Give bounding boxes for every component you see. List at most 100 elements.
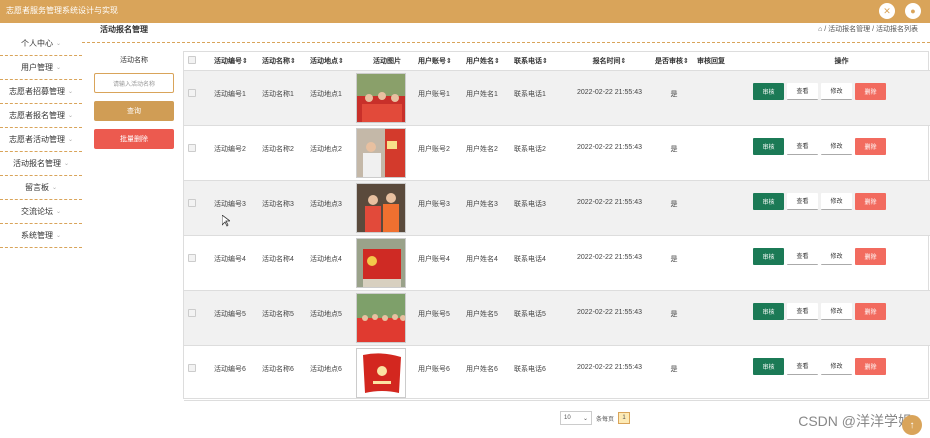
sidebar-item-recruit-management[interactable]: 志愿者招募管理 ⌄: [0, 80, 82, 104]
cell-activity-image[interactable]: [356, 180, 414, 236]
view-button[interactable]: 查看: [787, 137, 818, 155]
view-button[interactable]: 查看: [787, 357, 818, 375]
cell-activity-code: 活动编号4: [210, 235, 258, 291]
cell-signup-time: 2022-02-22 21:55:43: [564, 290, 651, 346]
table-row: 活动编号5 活动名称5 活动地点5 用户账号5 用户姓名5 联系电话5 2022…: [184, 290, 930, 346]
edit-button[interactable]: 修改: [821, 137, 852, 155]
cell-activity-code: 活动编号3: [210, 180, 258, 236]
view-button[interactable]: 查看: [787, 192, 818, 210]
fullscreen-icon[interactable]: ✕: [879, 3, 895, 19]
edit-button[interactable]: 修改: [821, 82, 852, 100]
sidebar-item-message-board[interactable]: 留言板 ⌄: [0, 176, 82, 200]
sidebar-item-signup-management[interactable]: 志愿者报名管理 ⌄: [0, 104, 82, 128]
row-checkbox[interactable]: [184, 235, 210, 291]
sidebar-item-personal-center[interactable]: 个人中心 ⌄: [0, 32, 82, 56]
delete-button[interactable]: 删除: [855, 137, 886, 155]
activity-photo-3[interactable]: [356, 182, 406, 233]
row-checkbox[interactable]: [184, 125, 210, 181]
sidebar-item-forum[interactable]: 交流论坛 ⌄: [0, 200, 82, 224]
row-checkbox[interactable]: [184, 345, 210, 401]
cell-activity-image[interactable]: [356, 235, 414, 291]
col-phone[interactable]: 联系电话⇕: [510, 52, 564, 71]
activity-photo-6[interactable]: [356, 347, 406, 398]
view-button[interactable]: 查看: [787, 247, 818, 265]
cell-user-name: 用户姓名2: [462, 125, 510, 181]
row-checkbox[interactable]: [184, 70, 210, 126]
cell-phone: 联系电话4: [510, 235, 564, 291]
cell-activity-place: 活动地点5: [306, 290, 356, 346]
cell-activity-code: 活动编号5: [210, 290, 258, 346]
sidebar-item-activity-management[interactable]: 志愿者活动管理 ⌄: [0, 128, 82, 152]
delete-button[interactable]: 删除: [855, 82, 886, 100]
cell-user-name: 用户姓名1: [462, 70, 510, 126]
activity-photo-5[interactable]: [356, 292, 406, 343]
table-row: 活动编号4 活动名称4 活动地点4 用户账号4 用户姓名4 联系电话4 2022…: [184, 235, 930, 291]
row-checkbox[interactable]: [184, 180, 210, 236]
edit-button[interactable]: 修改: [821, 247, 852, 265]
activity-photo-4[interactable]: [356, 237, 406, 288]
review-button[interactable]: 审核: [753, 247, 784, 265]
row-checkbox[interactable]: [184, 290, 210, 346]
page-number-button[interactable]: 1: [618, 412, 631, 424]
edit-button[interactable]: 修改: [821, 302, 852, 320]
cell-activity-image[interactable]: [356, 70, 414, 126]
cell-signup-time: 2022-02-22 21:55:43: [564, 70, 651, 126]
batch-delete-button[interactable]: 批量删除: [94, 129, 174, 149]
col-reviewed[interactable]: 是否审核⇕: [651, 52, 693, 71]
cell-operations: 审核 查看 修改 删除: [749, 125, 930, 181]
sidebar-item-system-management[interactable]: 系统管理 ⌄: [0, 224, 82, 248]
page-size-value: 10: [564, 415, 571, 421]
cell-review-reply: [693, 290, 749, 346]
review-button[interactable]: 审核: [753, 302, 784, 320]
watermark-text: CSDN @洋洋学姐: [798, 413, 912, 429]
cell-activity-name: 活动名称6: [258, 345, 306, 401]
sidebar-item-user-management[interactable]: 用户管理 ⌄: [0, 56, 82, 80]
cell-operations: 审核 查看 修改 删除: [749, 235, 930, 291]
edit-button[interactable]: 修改: [821, 192, 852, 210]
col-signup-time[interactable]: 报名时间⇕: [564, 52, 651, 71]
cell-review-reply: [693, 345, 749, 401]
col-user-name[interactable]: 用户姓名⇕: [462, 52, 510, 71]
cell-activity-code: 活动编号6: [210, 345, 258, 401]
search-button[interactable]: 查询: [94, 101, 174, 121]
activity-photo-1[interactable]: [356, 72, 406, 123]
review-button[interactable]: 审核: [753, 82, 784, 100]
cell-activity-image[interactable]: [356, 125, 414, 181]
edit-button[interactable]: 修改: [821, 357, 852, 375]
review-button[interactable]: 审核: [753, 137, 784, 155]
view-button[interactable]: 查看: [787, 302, 818, 320]
sidebar-item-label: 交流论坛: [20, 207, 53, 216]
review-button[interactable]: 审核: [753, 192, 784, 210]
chevron-down-icon: ⌄: [55, 233, 62, 239]
delete-button[interactable]: 删除: [855, 357, 886, 375]
activity-photo-2[interactable]: [356, 127, 406, 178]
cell-activity-image[interactable]: [356, 345, 414, 401]
review-button[interactable]: 审核: [753, 357, 784, 375]
sidebar-item-activity-signup-management[interactable]: 活动报名管理 ⌄: [0, 152, 82, 176]
breadcrumb[interactable]: ⌂ / 活动报名管理 / 活动报名列表: [818, 24, 918, 34]
mouse-cursor-icon: [222, 215, 230, 227]
delete-button[interactable]: 删除: [855, 192, 886, 210]
select-all-checkbox[interactable]: [184, 52, 210, 71]
cell-operations: 审核 查看 修改 删除: [749, 290, 930, 346]
user-avatar-icon[interactable]: ●: [905, 3, 921, 19]
cell-review-reply: [693, 70, 749, 126]
cell-activity-name: 活动名称1: [258, 70, 306, 126]
view-button[interactable]: 查看: [787, 82, 818, 100]
chevron-down-icon: ⌄: [582, 415, 588, 422]
page-size-select[interactable]: 10 ⌄: [560, 411, 592, 425]
float-action-icon[interactable]: ↑: [902, 415, 922, 435]
header-divider: [82, 42, 930, 43]
col-activity-code[interactable]: 活动编号⇕: [210, 52, 258, 71]
col-activity-name[interactable]: 活动名称⇕: [258, 52, 306, 71]
cell-activity-image[interactable]: [356, 290, 414, 346]
page-title: 活动报名管理: [100, 25, 148, 34]
delete-button[interactable]: 删除: [855, 247, 886, 265]
delete-button[interactable]: 删除: [855, 302, 886, 320]
col-activity-place[interactable]: 活动地点⇕: [306, 52, 356, 71]
col-user-account[interactable]: 用户账号⇕: [414, 52, 462, 71]
activity-name-search-input[interactable]: 请输入活动名称: [94, 73, 174, 93]
cell-reviewed: 是: [651, 125, 693, 181]
cell-activity-place: 活动地点2: [306, 125, 356, 181]
cell-activity-name: 活动名称4: [258, 235, 306, 291]
